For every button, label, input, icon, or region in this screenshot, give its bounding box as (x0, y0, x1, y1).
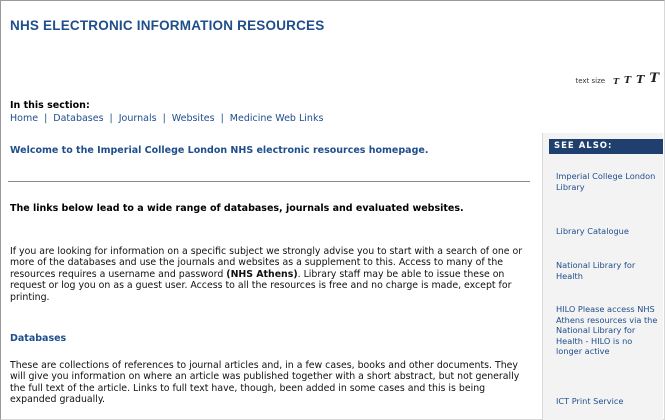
section-nav: Home | Databases | Journals | Websites | Medicin… (10, 113, 323, 124)
see-also-sidebar: SEE ALSO: Imperial College London Librar… (542, 133, 663, 420)
content-divider (8, 181, 530, 182)
nav-link-websites[interactable]: Websites (172, 113, 215, 124)
text-size-smallest-button[interactable]: T (613, 77, 619, 85)
welcome-heading: Welcome to the Imperial College London N… (10, 145, 429, 156)
databases-paragraph: These are collections of references to j… (10, 360, 520, 406)
see-also-header: SEE ALSO: (549, 139, 663, 154)
info-paragraph: If you are looking for information on a … (10, 246, 532, 303)
nhs-athens-label: (NHS Athens) (226, 268, 298, 280)
nav-link-home[interactable]: Home (10, 113, 38, 124)
nav-link-databases[interactable]: Databases (53, 113, 103, 124)
text-size-control: text size T T T T (575, 72, 659, 85)
nav-separator: | (44, 113, 48, 124)
text-size-small-button[interactable]: T (624, 75, 631, 86)
text-size-label: text size (575, 77, 606, 85)
nav-separator: | (109, 113, 113, 124)
nav-separator: | (162, 113, 166, 124)
databases-heading: Databases (10, 333, 67, 344)
nav-link-medicine-web-links[interactable]: Medicine Web Links (230, 113, 324, 124)
sidebar-link-national-library-health[interactable]: National Library for Health (556, 260, 660, 281)
nav-separator: | (220, 113, 224, 124)
sidebar-link-ict-print-service[interactable]: ICT Print Service (556, 396, 660, 407)
text-size-large-button[interactable]: T (649, 72, 659, 85)
text-size-medium-button[interactable]: T (636, 74, 644, 85)
site-title: NHS ELECTRONIC INFORMATION RESOURCES (10, 18, 325, 33)
sidebar-link-library-catalogue[interactable]: Library Catalogue (556, 226, 660, 237)
nav-link-journals[interactable]: Journals (119, 113, 157, 124)
section-label: In this section: (10, 100, 90, 111)
sidebar-link-imperial-library[interactable]: Imperial College London Library (556, 171, 660, 192)
sidebar-link-hilo[interactable]: HILO Please access NHS Athens resources … (556, 304, 660, 357)
intro-text: The links below lead to a wide range of … (10, 203, 464, 214)
